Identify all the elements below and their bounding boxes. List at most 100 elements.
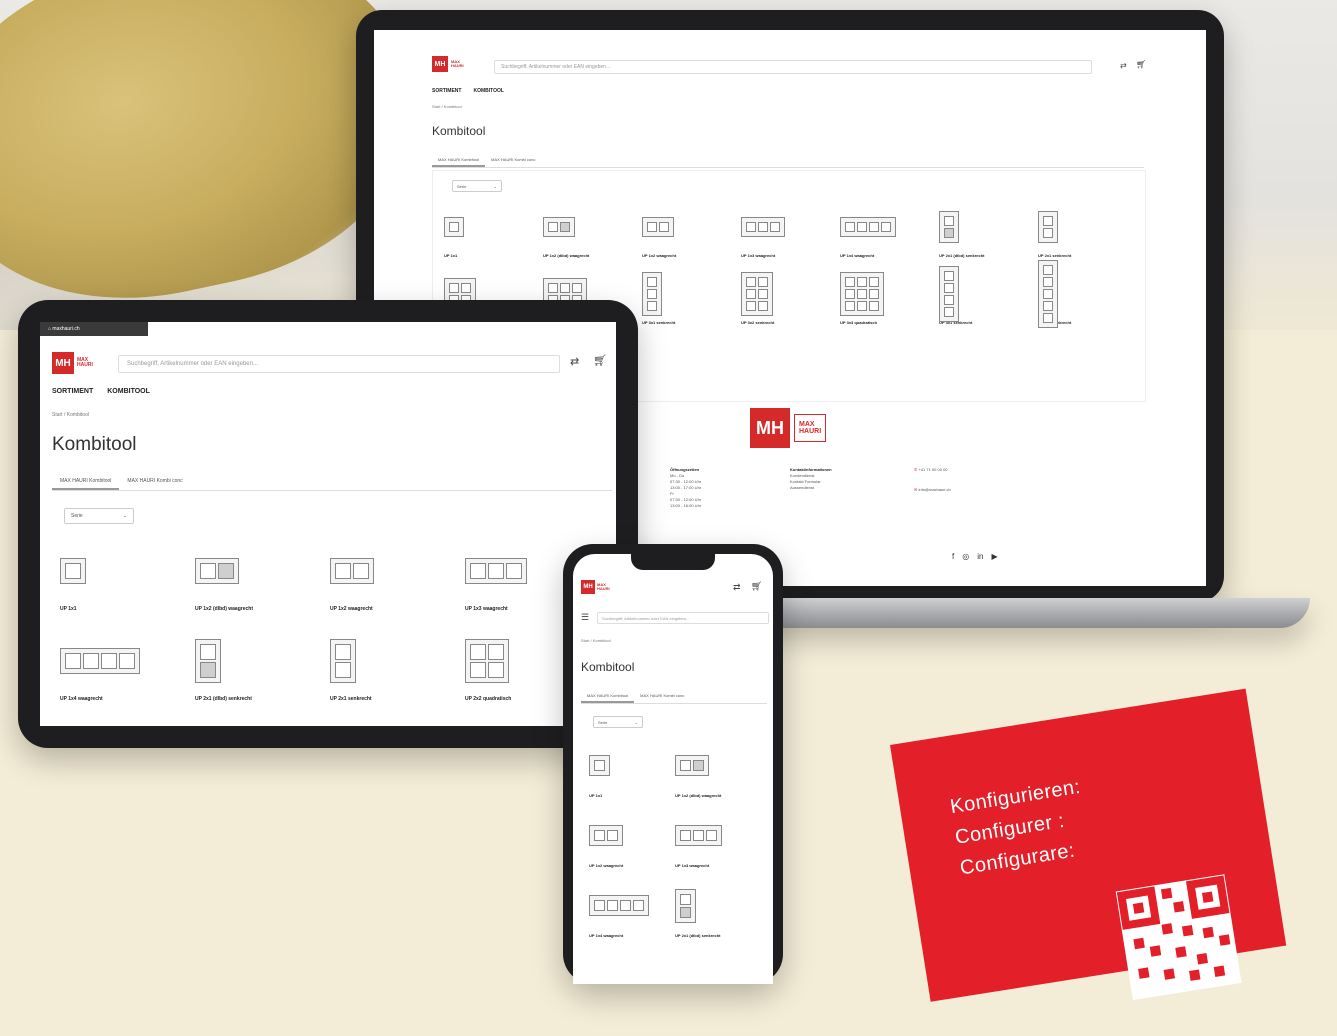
breadcrumb-home[interactable]: Start: [581, 638, 589, 643]
frame-cell: [857, 289, 867, 299]
tab-kombi-conc[interactable]: MAX HAURI Kombi conc: [634, 690, 690, 703]
product-thumbnail: [195, 630, 330, 692]
product-item[interactable]: UP 2x1 (dlbd) senkrecht: [939, 205, 1038, 258]
nav-sortiment[interactable]: SORTIMENT: [432, 88, 461, 94]
footer-contact-link[interactable]: Aussendienst: [790, 485, 832, 491]
product-label: UP 1x4 waagrecht: [60, 696, 103, 702]
product-item[interactable]: UP 1x1: [589, 742, 675, 798]
youtube-icon[interactable]: ▶: [991, 552, 997, 561]
product-item[interactable]: UP 1x4 waagrecht: [589, 882, 675, 938]
product-item[interactable]: UP 1x1: [60, 540, 195, 612]
phone-notch: [631, 554, 715, 570]
product-item[interactable]: UP 3x1 senkrecht: [642, 272, 741, 325]
search-input[interactable]: Suchbegriff, Artikelnummer oder EAN eing…: [494, 60, 1092, 74]
switch-frame-icon: [642, 272, 662, 316]
nav-sortiment[interactable]: SORTIMENT: [52, 388, 93, 395]
footer-logo: MH MAX HAURI: [750, 408, 827, 448]
product-thumbnail: [840, 272, 939, 316]
product-item[interactable]: UP 1x3 waagrecht: [675, 812, 761, 868]
product-thumbnail: [741, 272, 840, 316]
breadcrumb-home[interactable]: Start: [432, 104, 440, 109]
tab-kombi-conc[interactable]: MAX HAURI Kombi conc: [119, 474, 190, 490]
brand-logo[interactable]: MH MAX HAURI: [581, 580, 610, 594]
compare-icon[interactable]: ⇄: [1120, 61, 1127, 70]
search-input[interactable]: Suchbegriff, Artikelnummer oder EAN eing…: [118, 355, 560, 373]
product-item[interactable]: UP 1x2 waagrecht: [330, 540, 465, 612]
frame-cell: [845, 301, 855, 311]
footer-email[interactable]: ✉ info@maxhauri.ch: [914, 487, 951, 492]
footer-logo-text-1: MAX: [799, 421, 815, 428]
cart-icon[interactable]: 🛒︎: [751, 581, 762, 592]
switch-frame-icon: [60, 558, 86, 584]
product-item[interactable]: UP 5x1 senkrecht: [1038, 260, 1137, 328]
frame-cell: [680, 760, 691, 771]
dropdown-value: Serie: [71, 513, 83, 519]
product-item[interactable]: UP 1x2 (dlbd) waagrecht: [195, 540, 330, 612]
product-item[interactable]: UP 1x4 waagrecht: [840, 205, 939, 258]
frame-cell: [746, 289, 756, 299]
facebook-icon[interactable]: f: [952, 552, 954, 561]
product-label: UP 2x1 (dlbd) senkrecht: [939, 253, 985, 258]
frame-cell: [1043, 228, 1053, 238]
tab-kombitool[interactable]: MAX HAURI Kombitool: [432, 154, 486, 167]
frame-cell: [1043, 277, 1053, 287]
search-input[interactable]: Suchbegriff, Artikelnummer oder EAN eing…: [597, 612, 769, 624]
product-item[interactable]: UP 3x2 senkrecht: [741, 272, 840, 325]
instagram-icon[interactable]: ◎: [962, 552, 969, 561]
tab-kombitool[interactable]: MAX HAURI Kombitool: [52, 474, 120, 490]
product-item[interactable]: UP 4x1 senkrecht: [939, 266, 1038, 325]
product-item[interactable]: UP 1x1: [444, 205, 543, 258]
product-item[interactable]: UP 1x2 (dlbd) waagrecht: [675, 742, 761, 798]
tablet-url-bar: ⌂ maxhauri.ch: [40, 322, 148, 336]
compare-icon[interactable]: ⇄: [570, 355, 579, 368]
breadcrumb: Start / Kombitool: [581, 638, 611, 643]
cart-icon[interactable]: 🛒︎: [593, 354, 607, 367]
product-label: UP 1x2 waagrecht: [642, 253, 677, 258]
breadcrumb-current: Kombitool: [443, 104, 462, 109]
product-item[interactable]: UP 1x2 waagrecht: [642, 205, 741, 258]
tab-kombitool[interactable]: MAX HAURI Kombitool: [581, 690, 635, 703]
product-item[interactable]: UP 1x2 (dlbd) waagrecht: [543, 205, 642, 258]
series-dropdown[interactable]: Serie ⌄: [64, 508, 134, 524]
home-icon[interactable]: ⌂: [48, 326, 51, 332]
compare-icon[interactable]: ⇄: [733, 582, 741, 593]
frame-cell: [548, 283, 558, 293]
frame-cell: [647, 289, 657, 299]
product-label: UP 2x1 senkrecht: [1038, 253, 1072, 258]
product-item[interactable]: UP 1x3 waagrecht: [741, 205, 840, 258]
frame-cell: [560, 222, 570, 232]
switch-frame-icon: [465, 639, 509, 683]
product-thumbnail: [60, 540, 195, 602]
switch-frame-icon: [741, 272, 773, 316]
brand-logo[interactable]: MH MAX HAURI: [52, 352, 93, 374]
series-dropdown[interactable]: Serie ⌄: [452, 180, 502, 192]
brand-logo[interactable]: MH MAX HAURI: [432, 56, 464, 72]
qr-code[interactable]: [1115, 874, 1242, 1001]
product-thumbnail: [1038, 260, 1137, 328]
cart-icon[interactable]: 🛒︎: [1136, 60, 1146, 69]
nav-kombitool[interactable]: KOMBITOOL: [107, 388, 150, 395]
product-item[interactable]: UP 2x1 (dlbd) senkrecht: [195, 630, 330, 702]
menu-icon[interactable]: ☰: [581, 612, 589, 623]
series-dropdown[interactable]: Serie ⌄: [593, 716, 643, 728]
footer-phone[interactable]: ✆ +41 71 00 00 00: [914, 467, 948, 472]
product-thumbnail: [1038, 205, 1137, 249]
switch-frame-icon: [589, 895, 649, 916]
product-item[interactable]: UP 1x2 waagrecht: [589, 812, 675, 868]
mail-icon: ✉: [914, 487, 918, 492]
breadcrumb-home[interactable]: Start: [52, 412, 63, 418]
tab-bar: MAX HAURI Kombitool MAX HAURI Kombi conc: [52, 474, 612, 491]
product-item[interactable]: UP 1x4 waagrecht: [60, 630, 195, 702]
frame-cell: [506, 563, 522, 579]
frame-cell: [944, 295, 954, 305]
product-item[interactable]: UP 3x3 quadratisch: [840, 272, 939, 325]
tab-kombi-conc[interactable]: MAX HAURI Kombi conc: [485, 154, 541, 167]
product-item[interactable]: UP 2x1 senkrecht: [330, 630, 465, 702]
tab-bar: MAX HAURI Kombitool MAX HAURI Kombi conc: [581, 690, 767, 704]
product-label: UP 1x2 (dlbd) waagrecht: [195, 606, 253, 612]
nav-kombitool[interactable]: KOMBITOOL: [473, 88, 503, 94]
linkedin-icon[interactable]: in: [977, 552, 983, 561]
product-item[interactable]: UP 2x1 (dlbd) senkrecht: [675, 882, 761, 938]
frame-cell: [470, 662, 486, 678]
product-item[interactable]: UP 2x1 senkrecht: [1038, 205, 1137, 258]
